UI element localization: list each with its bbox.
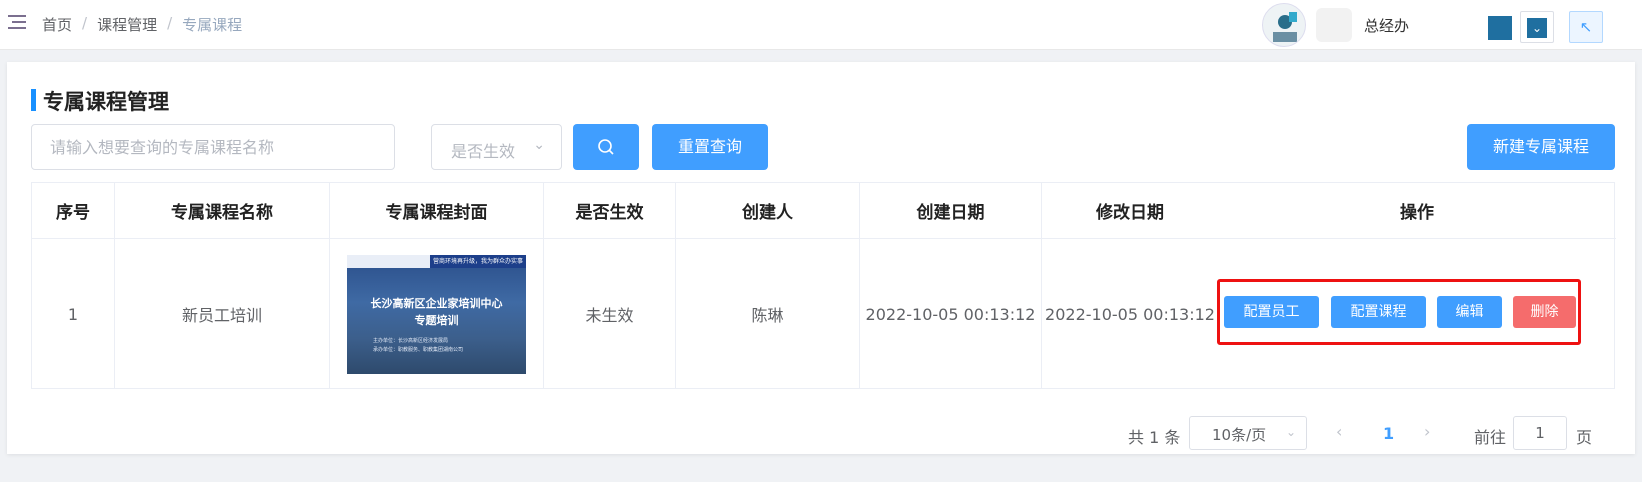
breadcrumb: 首页 / 课程管理 / 专属课程 [42, 14, 242, 35]
cover-banner: 营商环境再升级，我为群众办实事 [430, 254, 526, 268]
search-button[interactable] [573, 124, 639, 170]
search-icon [598, 139, 614, 155]
user-role: 总经办 [1364, 17, 1410, 35]
page-number-current[interactable]: 1 [1383, 424, 1394, 443]
breadcrumb-home[interactable]: 首页 [42, 14, 72, 35]
chevron-down-icon: ⌄ [1285, 425, 1296, 439]
page-title: 专属课程管理 [43, 90, 169, 114]
cover-title: 长沙高新区企业家培训中心 [370, 296, 503, 310]
column-header: 修改日期 [1042, 183, 1218, 239]
top-navbar: 首页 / 课程管理 / 专属课程 总经办 ⌄ ↖ [0, 0, 1642, 50]
column-header: 专属课程封面 [330, 183, 544, 239]
course-cover-image[interactable]: 营商环境再升级，我为群众办实事 长沙高新区企业家培训中心 专题培训 主办单位：长… [347, 254, 526, 374]
title-accent [31, 89, 36, 111]
cover-subtitle: 专题培训 [414, 313, 459, 327]
cell-creator: 陈琳 [676, 239, 860, 389]
breadcrumb-current: 专属课程 [182, 16, 243, 34]
pagination-total: 共 1 条 [1128, 428, 1181, 447]
chevron-down-icon: ⌄ [1527, 18, 1547, 38]
search-input[interactable] [31, 124, 395, 170]
column-header: 专属课程名称 [115, 183, 330, 239]
configure-staff-button[interactable]: 配置员工 [1224, 296, 1319, 328]
username-placeholder [1316, 8, 1352, 42]
collapse-icon[interactable]: ↖ [1569, 11, 1603, 43]
cell-course-name: 新员工培训 [115, 239, 330, 389]
column-header: 是否生效 [544, 183, 676, 239]
reset-button[interactable]: 重置查询 [652, 124, 768, 170]
delete-button[interactable]: 删除 [1513, 296, 1576, 328]
edit-button[interactable]: 编辑 [1437, 296, 1502, 328]
status-select[interactable]: 是否生效 ⌄ [431, 124, 562, 170]
goto-page-input[interactable]: 1 [1513, 416, 1567, 450]
menu-toggle-icon[interactable] [8, 15, 26, 31]
avatar[interactable] [1262, 3, 1306, 47]
cell-status: 未生效 [544, 239, 676, 389]
page-size-select[interactable]: 10条/页 ⌄ [1189, 416, 1307, 450]
cover-organizers: 主办单位：长沙高新区经济发展局 承办单位：职教服务、职教集团湖南公司 [373, 337, 464, 353]
chevron-down-icon: ⌄ [533, 137, 545, 153]
column-header: 创建人 [676, 183, 860, 239]
column-header: 创建日期 [860, 183, 1042, 239]
cell-created-date: 2022-10-05 00:13:12 [860, 239, 1042, 389]
cell-modified-date: 2022-10-05 00:13:12 [1045, 304, 1215, 324]
breadcrumb-separator: / [167, 14, 173, 32]
column-header: 操作 [1218, 183, 1616, 239]
next-page-icon[interactable]: › [1424, 422, 1430, 441]
breadcrumb-course-management[interactable]: 课程管理 [97, 14, 157, 35]
theme-color-swatch[interactable] [1488, 16, 1512, 40]
prev-page-icon[interactable]: ‹ [1336, 422, 1342, 441]
column-header: 序号 [32, 183, 115, 239]
status-select-value: 是否生效 [451, 142, 516, 161]
new-course-button[interactable]: 新建专属课程 [1467, 124, 1615, 170]
cell-index: 1 [32, 239, 115, 389]
page-suffix-label: 页 [1576, 428, 1593, 447]
configure-course-button[interactable]: 配置课程 [1331, 296, 1426, 328]
page-size-value: 10条/页 [1212, 426, 1267, 444]
main-card: 专属课程管理 是否生效 ⌄ 重置查询 新建专属课程 序号 专属课程名称 专属课程… [7, 62, 1635, 454]
cell-cover: 营商环境再升级，我为群众办实事 长沙高新区企业家培训中心 专题培训 主办单位：长… [330, 239, 544, 389]
breadcrumb-separator: / [82, 14, 88, 32]
dropdown-button[interactable]: ⌄ [1520, 11, 1554, 43]
goto-label: 前往 [1474, 428, 1507, 447]
